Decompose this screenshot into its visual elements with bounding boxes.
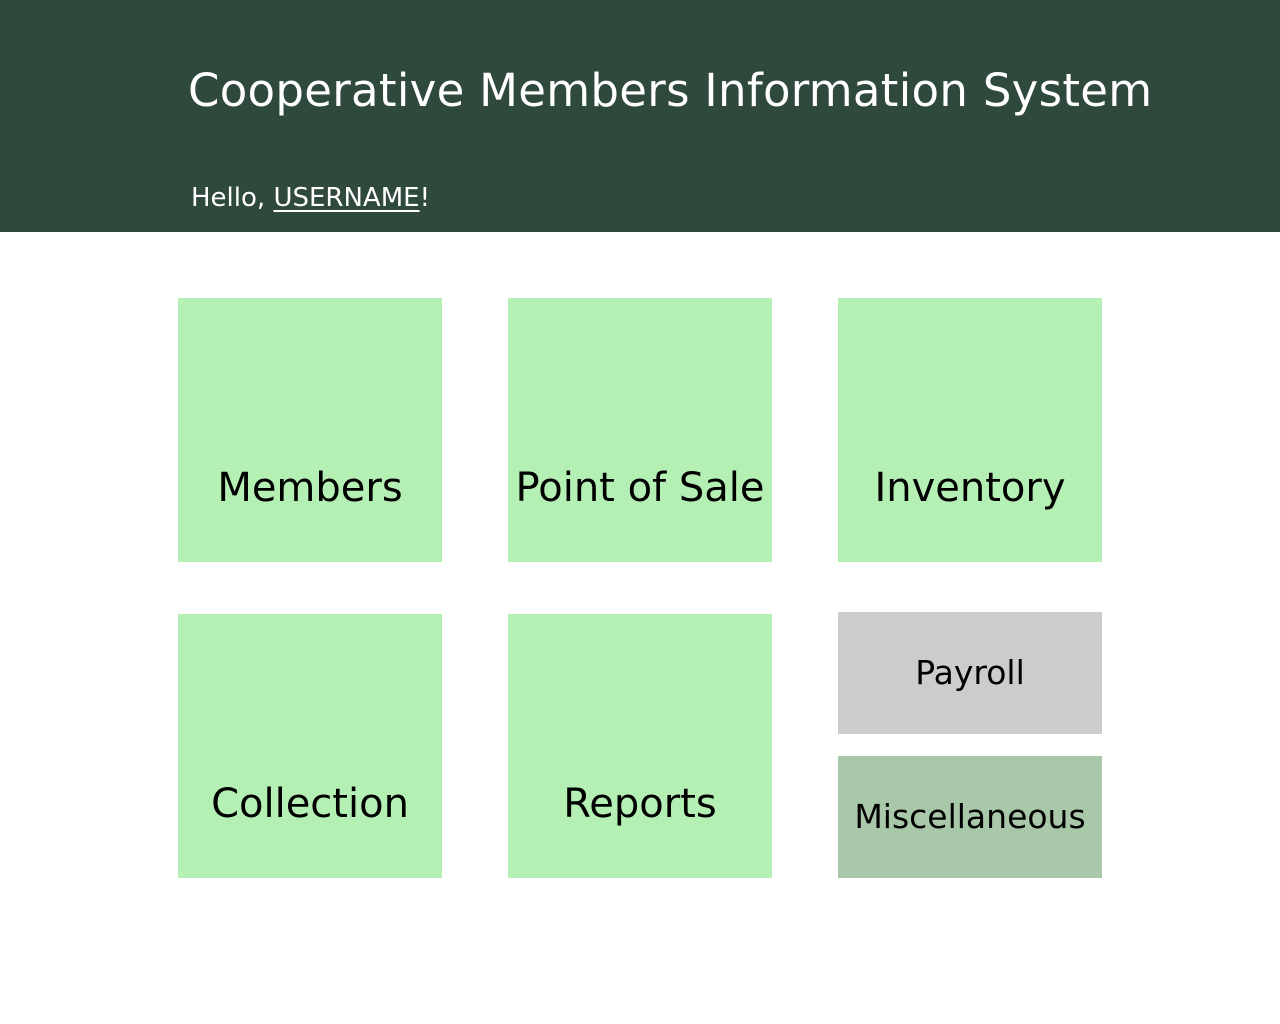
members-tile[interactable]: Members xyxy=(178,298,442,562)
collection-tile-label: Collection xyxy=(211,781,409,827)
collection-tile[interactable]: Collection xyxy=(178,614,442,878)
greeting: Hello, USERNAME! xyxy=(191,180,430,216)
miscellaneous-tile[interactable]: Miscellaneous xyxy=(838,756,1102,878)
payroll-tile[interactable]: Payroll xyxy=(838,612,1102,734)
inventory-tile-label: Inventory xyxy=(874,465,1066,511)
members-tile-label: Members xyxy=(217,465,403,511)
greeting-suffix: ! xyxy=(419,183,430,213)
point-of-sale-tile-label: Point of Sale xyxy=(515,465,765,511)
app-title: Cooperative Members Information System xyxy=(188,64,1153,117)
reports-tile-label: Reports xyxy=(563,781,717,827)
point-of-sale-tile[interactable]: Point of Sale xyxy=(508,298,772,562)
miscellaneous-tile-label: Miscellaneous xyxy=(854,797,1086,836)
app-header: Cooperative Members Information System H… xyxy=(0,0,1280,232)
username-link[interactable]: USERNAME xyxy=(273,183,419,213)
greeting-prefix: Hello, xyxy=(191,183,274,213)
payroll-tile-label: Payroll xyxy=(915,653,1025,692)
inventory-tile[interactable]: Inventory xyxy=(838,298,1102,562)
reports-tile[interactable]: Reports xyxy=(508,614,772,878)
